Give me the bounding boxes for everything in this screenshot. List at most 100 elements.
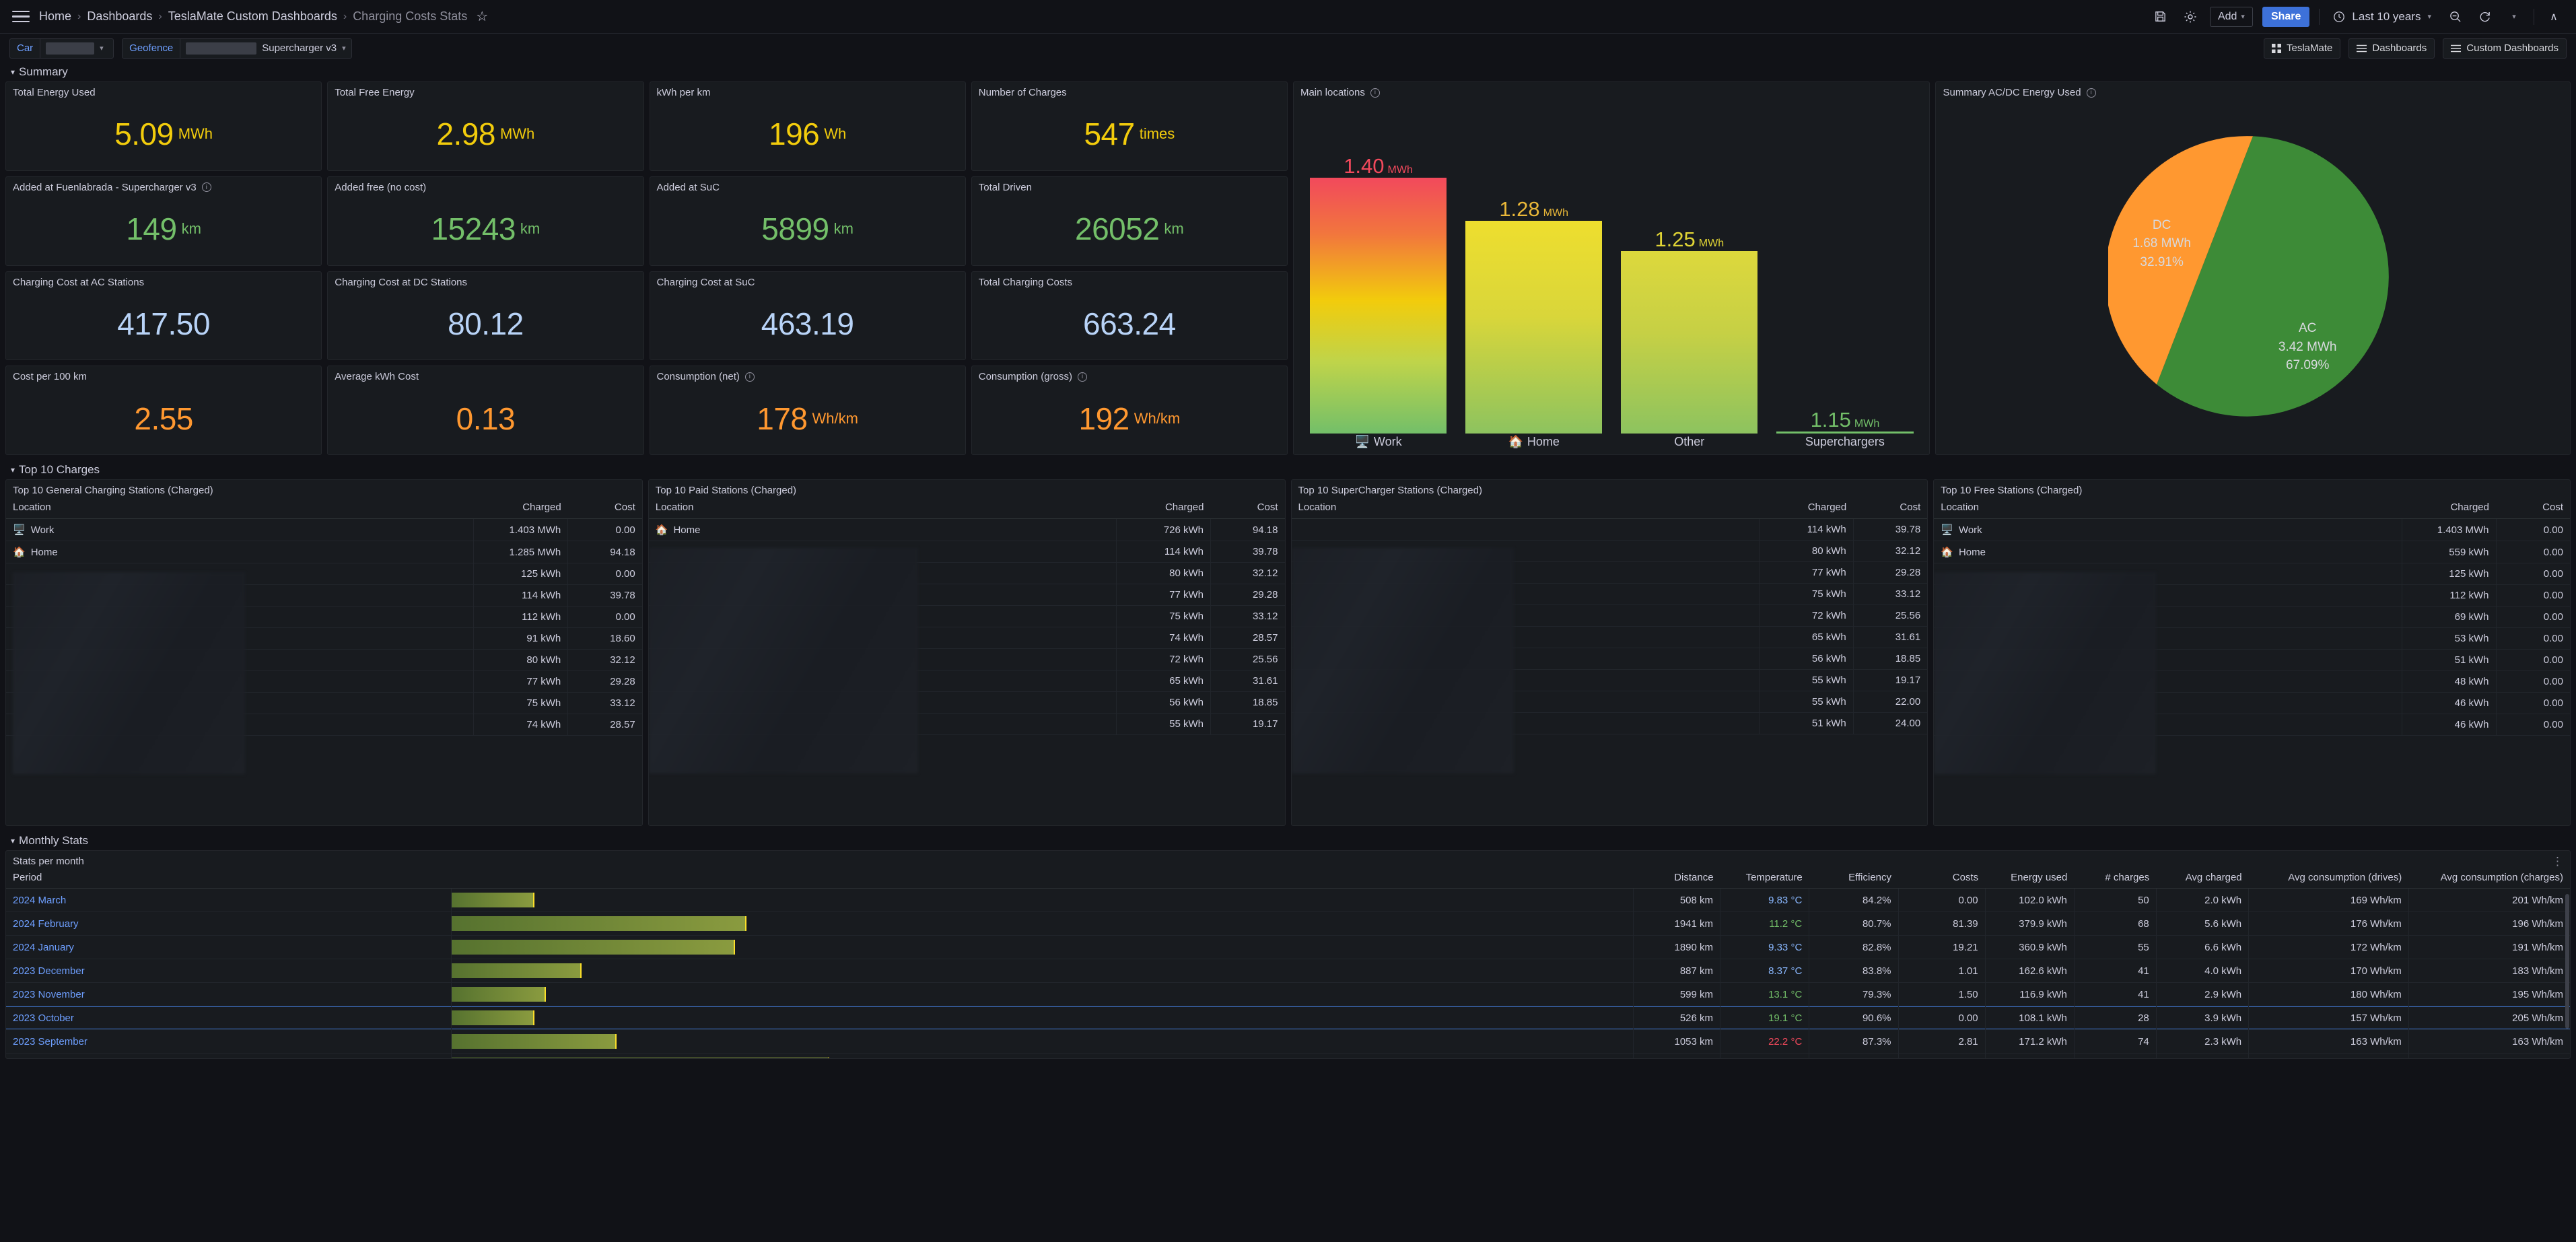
table-row[interactable]: 75 kWh 33.12 <box>648 605 1285 627</box>
vertical-scrollbar[interactable] <box>2565 894 2569 1029</box>
table-row[interactable]: 114 kWh 39.78 <box>648 541 1285 563</box>
refresh-interval-chevron-icon[interactable]: ▾ <box>2504 7 2524 27</box>
geofence-variable-select[interactable]: Supercharger v3 ▾ <box>180 38 352 59</box>
table-row[interactable]: 51 kWh 24.00 <box>1291 712 1928 734</box>
table-row[interactable]: 77 kWh 29.28 <box>6 670 642 693</box>
col-gauge[interactable] <box>451 867 1634 889</box>
table-row[interactable]: 125 kWh 0.00 <box>1934 563 2570 585</box>
nav-link-teslamate[interactable]: TeslaMate <box>2264 38 2341 59</box>
breadcrumb-charging-costs-stats[interactable]: Charging Costs Stats <box>353 9 467 24</box>
hamburger-menu-icon[interactable] <box>12 9 30 24</box>
table-row[interactable]: 2024 January 1890 km 9.33 °C 82.8% 19.21 360.… <box>6 935 2570 959</box>
table-row[interactable]: 56 kWh 18.85 <box>648 691 1285 714</box>
table-row[interactable]: 72 kWh 25.56 <box>648 648 1285 670</box>
period-label[interactable]: 2023 October <box>6 1006 452 1030</box>
stat-panel-total-charging-costs[interactable]: Total Charging Costs 663.24 <box>971 271 1288 361</box>
stat-panel-cost-per-100km[interactable]: Cost per 100 km 2.55 <box>5 366 322 455</box>
panel-top10-free-stations[interactable]: Top 10 Free Stations (Charged) Location … <box>1933 479 2571 826</box>
bar-chart-column[interactable]: 1.40 MWh 🖥️ Work <box>1300 98 1456 449</box>
stat-panel-kwh-per-km[interactable]: kWh per km 196 Wh <box>649 81 966 171</box>
col-temperature[interactable]: Temperature <box>1720 867 1809 889</box>
table-row[interactable]: 77 kWh 29.28 <box>648 584 1285 606</box>
stat-panel-consumption-net[interactable]: Consumption (net) i 178 Wh/km <box>649 366 966 455</box>
col-costs[interactable]: Costs <box>1898 867 1986 889</box>
table-row[interactable]: 74 kWh 28.57 <box>648 627 1285 649</box>
col-num-charges[interactable]: # charges <box>2074 867 2157 889</box>
table-row[interactable]: 55 kWh 19.17 <box>1291 669 1928 691</box>
table-row[interactable]: 🖥️ Work 1.403 MWh 0.00 <box>1934 518 2570 541</box>
table-row[interactable]: 2023 October 526 km 19.1 °C 90.6% 0.00 108.1 … <box>6 1006 2570 1030</box>
table-row[interactable]: 77 kWh 29.28 <box>1291 561 1928 584</box>
panel-menu-icon[interactable]: ⋮ <box>2552 855 2563 868</box>
col-efficiency[interactable]: Efficiency <box>1809 867 1899 889</box>
panel-stats-per-month[interactable]: Stats per month ⋮ Period Distance Temper… <box>5 850 2571 1059</box>
period-label[interactable]: 2024 February <box>6 911 452 936</box>
breadcrumb-home[interactable]: Home <box>39 9 71 24</box>
panel-top10-paid-stations[interactable]: Top 10 Paid Stations (Charged) Location … <box>648 479 1286 826</box>
stat-panel-total-driven[interactable]: Total Driven 26052 km <box>971 176 1288 266</box>
table-row[interactable]: 2023 December 887 km 8.37 °C 83.8% 1.01 162.6… <box>6 959 2570 983</box>
period-label[interactable]: 2023 August <box>6 1053 452 1058</box>
info-icon[interactable]: i <box>2086 88 2096 98</box>
col-location[interactable]: Location <box>648 496 1117 519</box>
period-label[interactable]: 2024 January <box>6 935 452 959</box>
car-variable-select[interactable]: ▾ <box>40 38 114 59</box>
table-row[interactable]: 2024 March 508 km 9.83 °C 84.2% 0.00 102.0 kW… <box>6 888 2570 912</box>
time-range-picker[interactable]: Last 10 years ▾ <box>2329 7 2435 27</box>
nav-link-dashboards[interactable]: Dashboards <box>2348 38 2435 59</box>
table-row[interactable]: 🏠 Home 726 kWh 94.18 <box>648 518 1285 541</box>
col-cost[interactable]: Cost <box>1853 496 1928 519</box>
table-row[interactable]: 56 kWh 18.85 <box>1291 648 1928 670</box>
table-row[interactable]: 80 kWh 32.12 <box>648 562 1285 584</box>
stat-panel-cost-ac-stations[interactable]: Charging Cost at AC Stations 417.50 <box>5 271 322 361</box>
table-row[interactable]: 65 kWh 31.61 <box>1291 626 1928 648</box>
table-row[interactable]: 91 kWh 18.60 <box>6 627 642 650</box>
panel-top10-general-charging-stations[interactable]: Top 10 General Charging Stations (Charge… <box>5 479 643 826</box>
gear-icon[interactable] <box>2180 7 2200 27</box>
period-label[interactable]: 2023 December <box>6 959 452 983</box>
share-button[interactable]: Share <box>2262 6 2310 27</box>
bar-chart-column[interactable]: 1.28 MWh 🏠 Home <box>1456 98 1611 449</box>
table-row[interactable]: 114 kWh 39.78 <box>6 584 642 607</box>
table-row[interactable]: 80 kWh 32.12 <box>1291 540 1928 562</box>
stat-panel-total-energy-used[interactable]: Total Energy Used 5.09 MWh <box>5 81 322 171</box>
stat-panel-cost-at-suc[interactable]: Charging Cost at SuC 463.19 <box>649 271 966 361</box>
col-avg-charged[interactable]: Avg charged <box>2156 867 2249 889</box>
table-row[interactable]: 🏠 Home 559 kWh 0.00 <box>1934 541 2570 563</box>
table-row[interactable]: 2023 September 1053 km 22.2 °C 87.3% 2.81 171… <box>6 1029 2570 1054</box>
table-row[interactable]: 46 kWh 0.00 <box>1934 692 2570 714</box>
table-row[interactable]: 75 kWh 33.12 <box>6 692 642 714</box>
table-row[interactable]: 2023 August 2476 km31.1 °C69.3%108.41612.… <box>6 1053 2570 1058</box>
period-label[interactable]: 2024 March <box>6 888 452 912</box>
row-header-monthly-stats[interactable]: ▾ Monthly Stats <box>5 831 2571 850</box>
col-avg-consumption-charges[interactable]: Avg consumption (charges) <box>2408 867 2570 889</box>
table-row[interactable]: 125 kWh 0.00 <box>6 563 642 585</box>
col-cost[interactable]: Cost <box>567 496 642 519</box>
table-row[interactable]: 80 kWh 32.12 <box>6 649 642 671</box>
table-row[interactable]: 53 kWh 0.00 <box>1934 627 2570 650</box>
table-row[interactable]: 112 kWh 0.00 <box>1934 584 2570 607</box>
save-icon[interactable] <box>2151 7 2171 27</box>
stat-panel-number-of-charges[interactable]: Number of Charges 547 times <box>971 81 1288 171</box>
period-label[interactable]: 2023 September <box>6 1029 452 1054</box>
col-period[interactable]: Period <box>6 867 452 889</box>
stat-panel-consumption-gross[interactable]: Consumption (gross) i 192 Wh/km <box>971 366 1288 455</box>
collapse-toolbar-icon[interactable]: ∧ <box>2544 7 2564 27</box>
stat-panel-average-kwh-cost[interactable]: Average kWh Cost 0.13 <box>327 366 644 455</box>
zoom-out-icon[interactable] <box>2445 7 2465 27</box>
col-energy-used[interactable]: Energy used <box>1985 867 2075 889</box>
table-row[interactable]: 74 kWh 28.57 <box>6 714 642 736</box>
table-row[interactable]: 🏠 Home 1.285 MWh 94.18 <box>6 541 642 563</box>
period-label[interactable]: 2023 November <box>6 982 452 1006</box>
stat-panel-total-free-energy[interactable]: Total Free Energy 2.98 MWh <box>327 81 644 171</box>
panel-summary-ac-dc-energy[interactable]: Summary AC/DC Energy Used i AC 3.42 MWh … <box>1935 81 2571 455</box>
breadcrumb-teslamate-custom-dashboards[interactable]: TeslaMate Custom Dashboards <box>168 9 337 24</box>
row-header-summary[interactable]: ▾ Summary <box>5 63 2571 81</box>
info-icon[interactable]: i <box>1370 88 1380 98</box>
breadcrumb-dashboards[interactable]: Dashboards <box>87 9 152 24</box>
table-row[interactable]: 112 kWh 0.00 <box>6 606 642 628</box>
refresh-icon[interactable] <box>2474 7 2495 27</box>
col-cost[interactable]: Cost <box>2496 496 2570 519</box>
table-row[interactable]: 2024 February 1941 km 11.2 °C 80.7% 81.39 379… <box>6 911 2570 936</box>
favorite-star-icon[interactable]: ☆ <box>476 8 488 25</box>
